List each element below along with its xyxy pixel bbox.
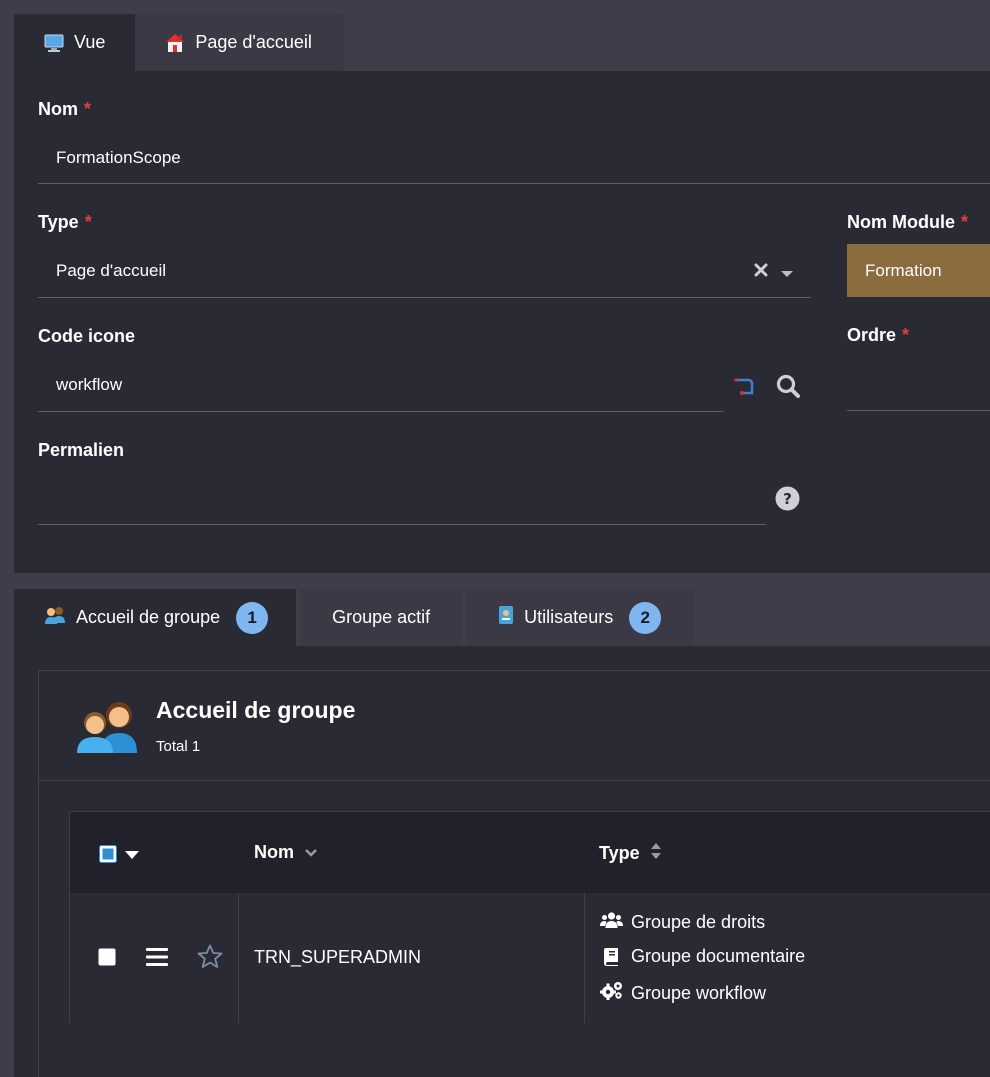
lower-tab-bar: Accueil de groupe 1 Groupe actif Utilisa… (14, 589, 694, 646)
permalien-underline (38, 524, 766, 525)
count-badge: 2 (629, 601, 662, 634)
tab-vue[interactable]: Vue (14, 14, 136, 71)
permalien-label: Permalien (38, 440, 125, 460)
type-item-document: Groupe documentaire (600, 946, 805, 967)
select-all-checkbox[interactable] (99, 845, 117, 868)
cogs-icon (600, 981, 623, 1005)
user-card-icon (498, 605, 514, 630)
table-row[interactable]: TRN_SUPERADMIN Groupe de droits Groupe d… (70, 893, 990, 1023)
select-all-control[interactable] (99, 845, 139, 868)
ordre-label: Ordre * (847, 325, 910, 345)
tab-utilisateurs[interactable]: Utilisateurs 2 (466, 589, 694, 646)
ordre-underline (847, 410, 990, 411)
home-icon (165, 33, 185, 53)
help-icon[interactable]: ? (775, 486, 800, 516)
type-underline (38, 297, 811, 298)
book-icon (600, 947, 623, 966)
tab-page-accueil[interactable]: Page d'accueil (135, 14, 343, 71)
column-type[interactable]: Type (599, 842, 662, 865)
page: Vue Page d'accueil Nom * FormationScope T… (0, 0, 990, 1077)
chevron-down-icon (304, 842, 318, 863)
monitor-icon (44, 33, 64, 53)
type-label: Type * (38, 212, 92, 232)
lower-panel: Accueil de groupe Total 1 Nom Type TRN_S… (14, 646, 990, 1077)
users-group-icon (75, 697, 139, 753)
tab-accueil-de-groupe-label: Accueil de groupe (76, 607, 221, 627)
table-header: Nom Type (70, 812, 990, 893)
nom-underline (38, 183, 990, 184)
row-nom: TRN_SUPERADMIN (254, 947, 422, 967)
tab-utilisateurs-label: Utilisateurs (524, 607, 614, 627)
top-tab-bar: Vue Page d'accueil (14, 14, 343, 71)
tab-groupe-actif[interactable]: Groupe actif (300, 589, 463, 646)
nom-input[interactable]: FormationScope (56, 148, 181, 168)
code-icone-underline (38, 411, 724, 412)
nom-module-value: Formation (865, 260, 942, 280)
workflow-icon (734, 375, 756, 402)
column-nom-label: Nom (254, 842, 294, 862)
type-select[interactable]: Page d'accueil (56, 261, 166, 281)
type-item-rights-label: Groupe de droits (631, 912, 766, 932)
tab-accueil-de-groupe[interactable]: Accueil de groupe 1 (14, 589, 297, 646)
row-checkbox[interactable] (98, 948, 116, 971)
group-home-card: Accueil de groupe Total 1 Nom Type TRN_S… (38, 670, 990, 1077)
nom-label: Nom * (38, 99, 92, 119)
menu-icon[interactable] (146, 947, 168, 972)
code-icone-input[interactable]: workflow (56, 375, 122, 395)
users-icon (600, 911, 623, 934)
clear-icon[interactable] (753, 262, 769, 283)
search-icon[interactable] (775, 373, 801, 404)
type-item-document-label: Groupe documentaire (631, 946, 806, 966)
form-panel: Nom * FormationScope Type * Page d'accueil… (14, 71, 990, 573)
column-type-label: Type (599, 843, 640, 863)
chevron-down-icon[interactable] (780, 266, 794, 284)
group-icon (44, 605, 66, 630)
tab-vue-label: Vue (74, 32, 106, 52)
tab-groupe-actif-label: Groupe actif (332, 607, 431, 627)
card-title: Accueil de groupe (156, 697, 356, 723)
code-icone-label: Code icone (38, 326, 136, 346)
type-item-rights: Groupe de droits (600, 911, 765, 934)
sort-icon (650, 842, 662, 865)
star-icon[interactable] (197, 944, 223, 974)
tab-page-accueil-label: Page d'accueil (195, 32, 312, 52)
card-header: Accueil de groupe Total 1 (39, 671, 990, 781)
count-badge: 1 (236, 601, 269, 634)
card-total: Total 1 (156, 738, 201, 755)
svg-text:?: ? (783, 490, 792, 508)
nom-module-field[interactable]: Formation (847, 244, 990, 297)
type-item-workflow-label: Groupe workflow (631, 982, 767, 1003)
column-nom[interactable]: Nom (254, 842, 318, 863)
caret-down-icon[interactable] (125, 843, 139, 864)
column-divider (584, 893, 585, 1023)
column-divider (238, 893, 239, 1023)
nom-module-label: Nom Module * (847, 212, 969, 232)
group-table: Nom Type TRN_SUPERADMIN Groupe de droits… (69, 811, 990, 1023)
type-item-workflow: Groupe workflow (600, 981, 766, 1005)
